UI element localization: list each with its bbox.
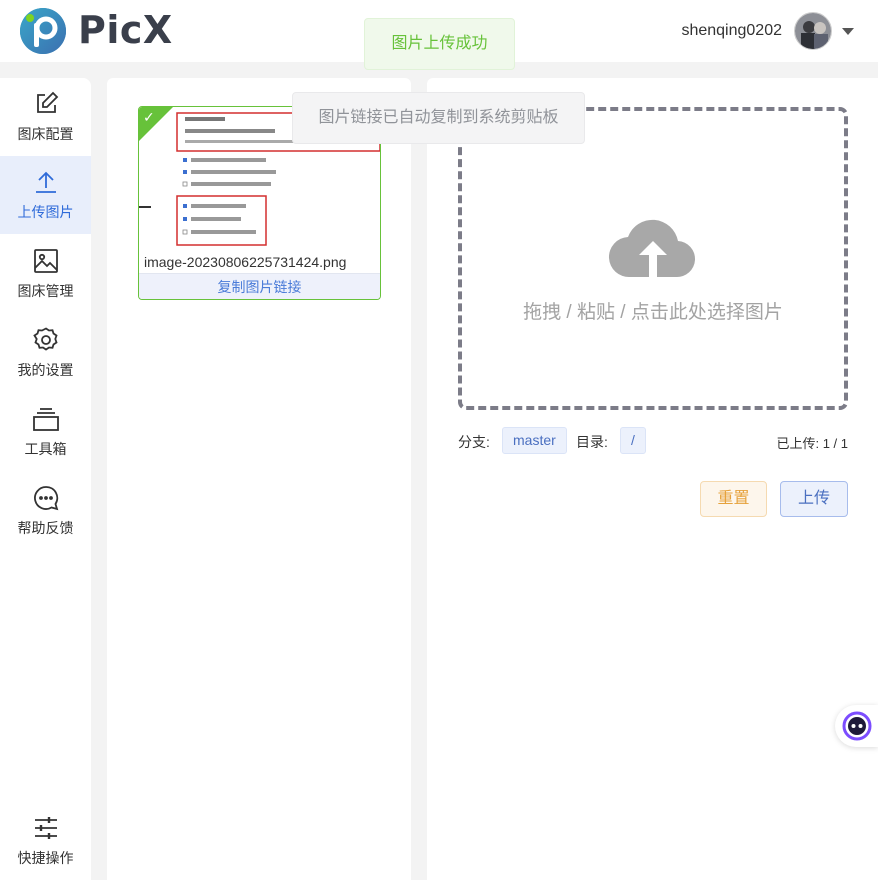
upload-meta: 分支: master 目录: / 已上传: 1 / 1 [458, 427, 848, 455]
chat-icon [33, 486, 58, 511]
upload-button[interactable]: 上传 [780, 481, 848, 517]
sidebar-item-toolbox[interactable]: 工具箱 [0, 393, 91, 471]
success-toast: 图片上传成功 [364, 18, 515, 70]
sidebar-item-label: 图床管理 [17, 283, 74, 299]
assistant-bot-button[interactable] [835, 705, 878, 747]
chevron-down-icon[interactable] [842, 27, 854, 35]
avatar[interactable] [794, 12, 832, 50]
sidebar-item-label: 我的设置 [17, 362, 74, 378]
upload-dropzone[interactable]: 拖拽 / 粘贴 / 点击此处选择图片 [458, 107, 848, 410]
sidebar: 图床配置 上传图片 图床管理 我的设置 工具箱 帮助反馈 快捷操作 [0, 78, 91, 880]
sidebar-item-config[interactable]: 图床配置 [0, 78, 91, 156]
user-menu[interactable]: shenqing0202 [681, 10, 854, 52]
branch-tag[interactable]: master [502, 427, 567, 454]
gear-icon [32, 327, 58, 351]
reset-button[interactable]: 重置 [700, 481, 767, 517]
dir-label: 目录: [576, 434, 608, 450]
sidebar-item-label: 图床配置 [17, 126, 74, 142]
sidebar-item-settings[interactable]: 我的设置 [0, 314, 91, 392]
dropzone-hint: 拖拽 / 粘贴 / 点击此处选择图片 [523, 302, 783, 323]
picx-logo[interactable] [19, 7, 67, 55]
copy-link-button[interactable]: 复制图片链接 [139, 273, 380, 299]
bot-icon [842, 711, 872, 741]
toolbox-icon [32, 408, 59, 431]
cloud-upload-icon [608, 219, 696, 278]
info-toast: 图片链接已自动复制到系统剪贴板 [292, 92, 585, 144]
sidebar-item-shortcuts[interactable]: 快捷操作 [0, 802, 91, 880]
image-icon [33, 249, 58, 273]
sidebar-item-label: 帮助反馈 [17, 520, 74, 536]
brand-name: PicX [78, 8, 173, 52]
check-icon: ✓ [143, 109, 155, 125]
sliders-icon [34, 817, 57, 839]
dir-tag[interactable]: / [620, 427, 646, 454]
upload-icon [35, 171, 56, 193]
sidebar-item-label: 快捷操作 [17, 850, 74, 866]
uploaded-count: 已上传: 1 / 1 [776, 436, 848, 451]
sidebar-item-upload[interactable]: 上传图片 [0, 156, 91, 234]
sidebar-item-label: 上传图片 [17, 204, 74, 220]
sidebar-item-help[interactable]: 帮助反馈 [0, 472, 91, 550]
image-filename: image-20230806225731424.png [144, 254, 347, 270]
edit-icon [36, 91, 58, 113]
sidebar-item-manage[interactable]: 图床管理 [0, 235, 91, 313]
branch-label: 分支: [458, 434, 490, 450]
sidebar-item-label: 工具箱 [24, 441, 67, 457]
username[interactable]: shenqing0202 [681, 22, 782, 40]
